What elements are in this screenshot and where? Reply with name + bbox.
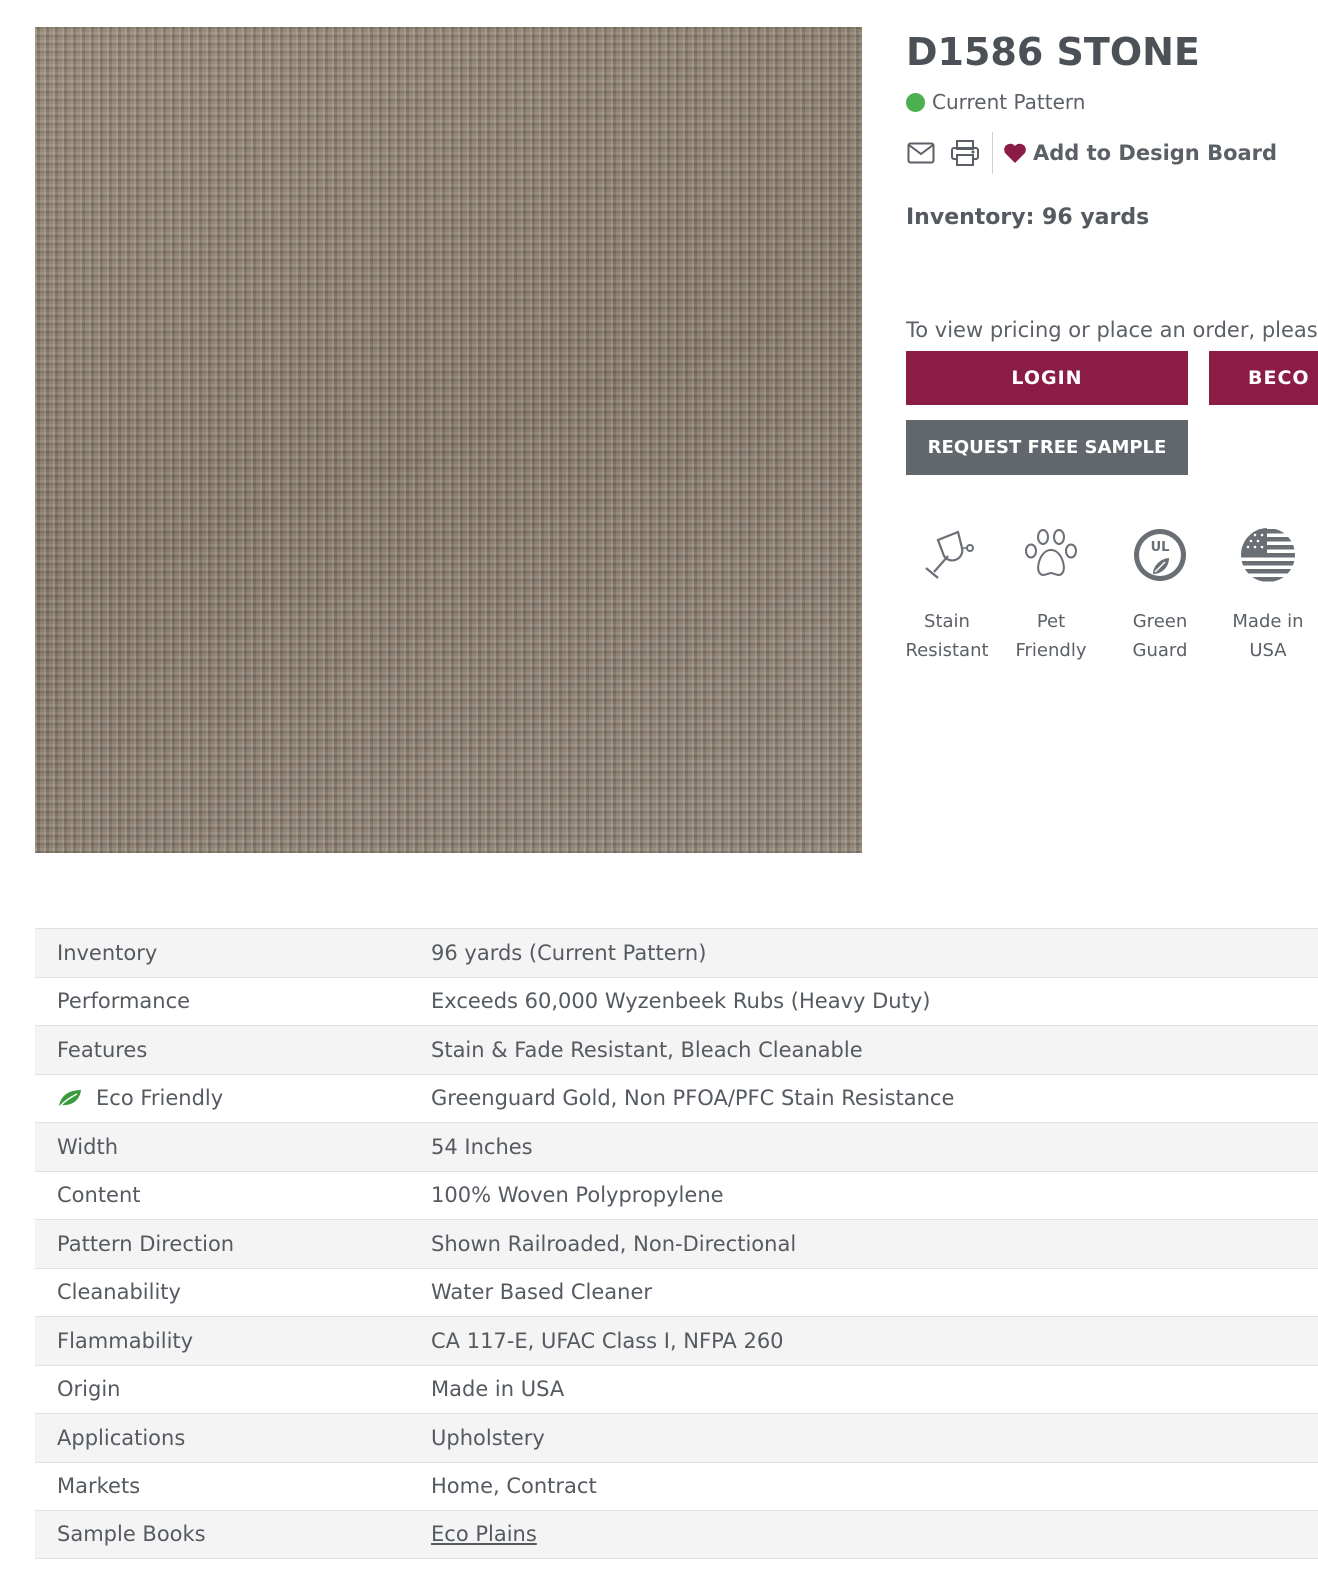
paw-print-icon — [996, 522, 1106, 588]
spec-value: Water Based Cleaner — [431, 1280, 653, 1305]
spec-value: 54 Inches — [431, 1134, 533, 1159]
spec-value: 96 yards (Current Pattern) — [431, 940, 707, 965]
spec-value: 100% Woven Polypropylene — [431, 1183, 724, 1208]
spec-label: Inventory — [57, 940, 158, 965]
spec-label: Applications — [57, 1425, 186, 1450]
spec-label: Content — [57, 1183, 141, 1208]
specifications-table: Inventory 96 yards (Current Pattern) Per… — [35, 928, 1318, 1559]
heart-icon — [1004, 143, 1026, 163]
spec-row-eco-friendly: Eco Friendly Greenguard Gold, Non PFOA/P… — [35, 1073, 1318, 1123]
spec-row-content: Content 100% Woven Polypropylene — [35, 1170, 1318, 1220]
feature-label-line2: Resistant — [905, 640, 989, 661]
status-label: Current Pattern — [932, 90, 1086, 114]
pattern-status: Current Pattern — [906, 88, 1085, 116]
us-flag-icon — [1213, 522, 1318, 588]
spec-value: CA 117-E, UFAC Class I, NFPA 260 — [431, 1328, 784, 1353]
ul-greenguard-icon: UL — [1105, 522, 1215, 588]
spec-value: Shown Railroaded, Non-Directional — [431, 1231, 797, 1256]
spec-label: Pattern Direction — [57, 1231, 235, 1256]
feature-label-line2: Friendly — [1015, 640, 1087, 661]
spec-row-inventory: Inventory 96 yards (Current Pattern) — [35, 928, 1318, 977]
become-customer-button[interactable]: BECO — [1209, 351, 1318, 405]
add-to-design-board-button[interactable]: Add to Design Board — [1003, 141, 1277, 165]
wine-glass-stain-icon — [892, 522, 1002, 588]
feature-label-line2: USA — [1249, 640, 1287, 661]
spec-row-origin: Origin Made in USA — [35, 1364, 1318, 1414]
feature-label-line1: Green — [1132, 611, 1188, 632]
login-button[interactable]: LOGIN — [906, 351, 1188, 405]
spec-row-applications: Applications Upholstery — [35, 1413, 1318, 1462]
request-free-sample-button[interactable]: REQUEST FREE SAMPLE — [906, 420, 1188, 475]
spec-label: Performance — [57, 989, 191, 1014]
feature-label-line1: Made in — [1232, 611, 1304, 632]
feature-label-line2: Guard — [1132, 640, 1188, 661]
design-board-label: Add to Design Board — [1033, 141, 1278, 165]
product-title: D1586 STONE — [906, 30, 1200, 74]
feature-made-in-usa: Made in USA — [1213, 522, 1318, 665]
spec-label: Width — [57, 1134, 119, 1159]
spec-label: Sample Books — [57, 1522, 206, 1547]
printer-icon[interactable] — [950, 138, 980, 168]
spec-row-sample-books: Sample Books Eco Plains — [35, 1510, 1318, 1559]
spec-value: Stain & Fade Resistant, Bleach Cleanable — [431, 1037, 863, 1062]
feature-green-guard: UL Green Guard — [1105, 522, 1215, 665]
spec-value: Made in USA — [431, 1377, 565, 1402]
spec-row-features: Features Stain & Fade Resistant, Bleach … — [35, 1025, 1318, 1074]
status-dot-icon — [906, 92, 925, 112]
spec-label: Flammability — [57, 1328, 194, 1353]
spec-row-markets: Markets Home, Contract — [35, 1461, 1318, 1511]
spec-value: Greenguard Gold, Non PFOA/PFC Stain Resi… — [431, 1086, 955, 1111]
sample-book-link[interactable]: Eco Plains — [431, 1522, 537, 1546]
spec-label: Cleanability — [57, 1280, 181, 1305]
spec-row-performance: Performance Exceeds 60,000 Wyzenbeek Rub… — [35, 976, 1318, 1026]
inventory-summary: Inventory: 96 yards — [906, 205, 1150, 230]
spec-label: Origin — [57, 1377, 121, 1402]
spec-label: Features — [57, 1037, 148, 1062]
spec-label-with-icon: Eco Friendly — [35, 1086, 431, 1110]
leaf-icon — [59, 1090, 81, 1107]
feature-label-line1: Stain — [924, 611, 970, 632]
spec-label: Markets — [57, 1474, 141, 1499]
feature-label-line1: Pet — [1036, 611, 1066, 632]
product-actions: Add to Design Board — [906, 132, 1277, 174]
spec-value: Upholstery — [431, 1425, 545, 1450]
spec-value: Exceeds 60,000 Wyzenbeek Rubs (Heavy Dut… — [431, 989, 931, 1014]
spec-row-cleanability: Cleanability Water Based Cleaner — [35, 1267, 1318, 1317]
spec-value: Eco Plains — [431, 1522, 537, 1546]
pricing-note: To view pricing or place an order, pleas… — [906, 318, 1318, 342]
spec-row-flammability: Flammability CA 117-E, UFAC Class I, NFP… — [35, 1316, 1318, 1365]
spec-label: Eco Friendly — [96, 1086, 224, 1111]
svg-text:UL: UL — [1151, 540, 1170, 555]
spec-row-width: Width 54 Inches — [35, 1122, 1318, 1171]
actions-divider — [992, 132, 993, 174]
fabric-swatch-image — [35, 27, 862, 853]
spec-row-pattern-direction: Pattern Direction Shown Railroaded, Non-… — [35, 1219, 1318, 1268]
feature-stain-resistant: Stain Resistant — [892, 522, 1002, 665]
spec-value: Home, Contract — [431, 1474, 597, 1499]
feature-pet-friendly: Pet Friendly — [996, 522, 1106, 665]
envelope-icon[interactable] — [906, 138, 936, 168]
